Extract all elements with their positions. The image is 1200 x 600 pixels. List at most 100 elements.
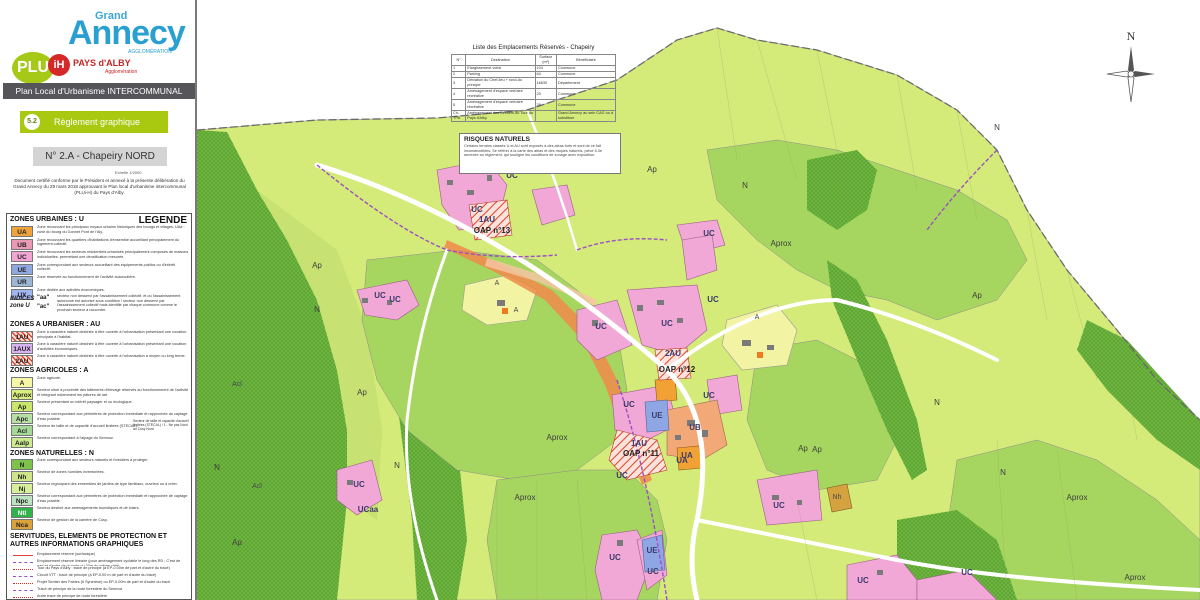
agri-desc-aprox: Secteur situé à proximité des bâtiments … [37, 388, 189, 397]
nat-swatch-npc: Npc [11, 495, 33, 506]
risks-title: RISQUES NATURELS [464, 136, 530, 143]
zone-label-oap-n-11: OAP n°11 [623, 449, 660, 458]
er-table-cell: 29 [534, 88, 557, 100]
zone-label-n: N [742, 181, 748, 190]
er-table-row: 5 Aménagement d'espace vert/aire récréati… [450, 99, 617, 111]
pays-alby-sub: Agglomération [105, 69, 138, 75]
plan-title-bar: Plan Local d'Urbanisme INTERCOMMUNAL [3, 83, 195, 99]
zone-label-n: N [394, 461, 400, 470]
servitude-item: Emplacement réservé linéaire (pour aména… [37, 559, 181, 566]
zone-label-acl: Acl [232, 381, 242, 388]
nat-swatch-n: N [11, 459, 33, 470]
zone-label-aprox: Aprox [547, 433, 568, 442]
zone-label-uc: UC [374, 291, 386, 300]
er-table-row: Ch-TPA Aménagement des Sentiers du Tour d… [450, 110, 617, 122]
zone-label-ap: Ap [812, 445, 822, 454]
au-desc-2au: Zone à caractère naturel destinée à être… [37, 354, 186, 358]
zone-label-ap: Ap [312, 261, 322, 270]
legend-box: ZONES URBAINES : U LEGENDE UA Zone recouv… [6, 213, 192, 600]
urban-desc-ub: Zone recouvrant les quartiers d'habitati… [37, 237, 180, 247]
zone-label-ap: Ap [647, 165, 657, 174]
stecal-note: Secteur de taille et capacité d'accueil … [133, 419, 189, 431]
zone-label-uc: UC [707, 295, 719, 304]
er-table-cell: Commune [555, 88, 617, 100]
servitude-symbol [13, 597, 33, 598]
zone-label-aprox: Aprox [771, 239, 792, 248]
er-table-cell [534, 110, 557, 122]
zone-label-aprox: Aprox [515, 493, 536, 502]
zone-label-1au: 1AU [479, 215, 495, 224]
er-table-cell: Déviation du Chef-lieu + rond-do princip… [465, 77, 536, 89]
servitude-item: Tracé de principe de la route forestière… [37, 587, 123, 591]
zone-label-ap: Ap [798, 444, 808, 453]
servitude-symbol [13, 569, 33, 570]
indices-ac: "ac" [37, 304, 50, 310]
nat-desc-n: Zone correspondant aux secteurs naturels… [37, 458, 149, 462]
zone-label-uc: UC [353, 480, 365, 489]
zone-label-oap-n-13: OAP n°13 [474, 226, 511, 235]
er-table-cell: Aménagement d'espace vert/aire récréativ… [465, 88, 536, 100]
zone-label-uc: UC [609, 553, 621, 562]
zone-label-ub: UB [689, 423, 701, 432]
indices-description: secteur non desservi par l'assainissemen… [57, 294, 181, 312]
logo-annecy-text: Annecy [68, 14, 186, 52]
servitude-item: Emplacement réservé (surfacique) [37, 552, 96, 556]
zone-label-oap-n-12: OAP n°12 [659, 365, 696, 374]
er-table-cell: 5 [450, 99, 467, 111]
agri-desc-aalp: Secteur correspondant à l'alpage du Semn… [37, 436, 114, 440]
zoning-map[interactable]: UC 1AU OAP n°13 UC Ap N Ap N Aprox UC UC UC A UC A UC 2A… [197, 0, 1200, 600]
reserved-sites-table: Liste des Emplacements Réservés - Chapei… [450, 45, 617, 122]
zone-label-uc: UC [616, 471, 628, 480]
zone-label-uc: UC [961, 568, 973, 577]
zone-label-uc: UC [703, 391, 715, 400]
zone-label-1au: 1AU [631, 439, 647, 448]
er-column-header: N° [450, 54, 467, 66]
reserved-sites-header: N° Destination Surface (m²) Bénéficiaire [450, 54, 617, 66]
urban-desc-ue: Zone correspondant aux secteurs accueill… [37, 262, 176, 272]
pays-alby-logo: PAYS d'ALBY [73, 58, 131, 68]
er-table-cell: 16630 [534, 77, 557, 89]
au-desc-1au: Zone à caractère naturel destinée à être… [37, 330, 187, 339]
zone-label-nh: Nh [833, 494, 842, 501]
servitude-item: Projet Sentier des Fables (6 Synerèse) o… [37, 580, 171, 584]
zone-label-n: N [1000, 468, 1006, 477]
section-servitudes: SERVITUDES, ELEMENTS DE PROTECTION ET AU… [10, 533, 168, 548]
zone-label-ucaa: UCaa [358, 505, 379, 514]
er-table-cell: Grand Annecy au sein CAG ou à substituer [555, 110, 617, 122]
zone-label-ue: UE [651, 411, 663, 420]
map-canvas: UC1AUOAP n°13UCApNApNAproxUCUC UCAUCAUC2A… [197, 0, 1200, 600]
zone-label-aprox: Aprox [1067, 493, 1088, 502]
er-table-row: 3 Déviation du Chef-lieu + rond-do princi… [450, 77, 617, 89]
servitude-symbol [13, 583, 33, 584]
section-au: ZONES A URBANISER : AU [10, 321, 101, 328]
zone-label-acl: Acl [252, 483, 262, 490]
servitude-symbol [13, 576, 33, 577]
zone-label-uc: UC [471, 205, 483, 214]
zone-label-ap: Ap [972, 291, 982, 300]
zone-ua-centre [654, 377, 678, 403]
agri-swatch-ap: Ap [11, 401, 33, 412]
servitude-item: Tour du Pays d'Alby : tracé de principe … [37, 566, 170, 570]
urban-desc-ua: Zone recouvrant les principaux noyaux ur… [37, 225, 185, 234]
zone-label-uc: UC [623, 400, 635, 409]
zone-label-aprox: Aprox [1125, 573, 1146, 582]
er-table-cell: 28 [534, 99, 557, 111]
zone-label-uc: UC [773, 501, 785, 510]
zone-label-n: N [314, 305, 320, 314]
zone-label-uc: UC [703, 229, 715, 238]
zone-label-ap: Ap [357, 388, 367, 397]
zone-label-n: N [214, 463, 220, 472]
agri-desc-a: Zone agricole. [37, 376, 62, 380]
zone-label-uc: UC [857, 576, 869, 585]
reglement-box: Règlement graphique [20, 111, 168, 133]
scale-text: Echelle 1/2000 [115, 170, 142, 175]
zone-label-uc: UC [647, 567, 659, 576]
nat-desc-nj: Secteur regroupant des ensembles de jard… [37, 482, 178, 486]
plu-ih-badge: iH [48, 54, 70, 76]
sheet-title: N° 2.A - Chapeiry NORD [33, 147, 167, 166]
agri-swatch-acl: Acl [11, 425, 33, 436]
zone-label-n: N [994, 123, 1000, 132]
nat-swatch-nj: Nj [11, 483, 33, 494]
nat-desc-nca: Secteur de gestion de la carrière de Cus… [37, 518, 108, 522]
er-table-cell: Ch-TPA [450, 110, 467, 122]
